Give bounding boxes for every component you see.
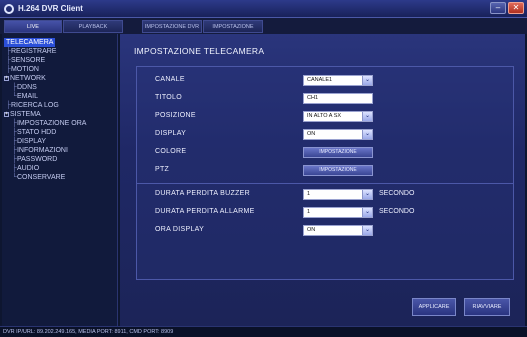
posizione-select[interactable]: IN ALTO A SX ⌄ [303, 111, 373, 122]
apply-button[interactable]: APPLICARE [412, 298, 456, 316]
sidebar-item-email[interactable]: └EMAIL [12, 92, 38, 101]
chevron-down-icon[interactable]: ⌄ [362, 208, 372, 217]
page-title: IMPOSTAZIONE TELECAMERA [134, 46, 265, 56]
main-tab-bar: LIVE PLAYBACK IMPOSTAZIONE DVR IMPOSTAZI… [0, 18, 527, 43]
allarme-label: DURATA PERDITA ALLARME [155, 208, 255, 215]
expand-sistema-icon[interactable]: + [4, 112, 9, 117]
settings-panel: CANALE CANALE1 ⌄ TITOLO CH1 POSIZIONE IN… [136, 66, 514, 280]
ora-display-select[interactable]: ON ⌄ [303, 225, 373, 236]
sidebar-item-telecamera[interactable]: TELECAMERA [4, 38, 56, 47]
colore-label: COLORE [155, 148, 187, 155]
buzzer-unit: SECONDO [379, 190, 415, 197]
sidebar-item-registrare[interactable]: ├REGISTRARE [6, 47, 56, 56]
sidebar-item-sensore[interactable]: ├SENSORE [6, 56, 45, 65]
posizione-label: POSIZIONE [155, 112, 196, 119]
minimize-button[interactable]: – [490, 2, 506, 14]
app-logo-icon [4, 4, 14, 14]
ora-display-value: ON [307, 227, 316, 233]
chevron-down-icon[interactable]: ⌄ [362, 226, 372, 235]
titolo-input[interactable]: CH1 [303, 93, 373, 104]
sidebar-item-network[interactable]: + NETWORK [4, 74, 46, 83]
sidebar-item-ddns[interactable]: ├DDNS [12, 83, 37, 92]
buzzer-value: 1 [307, 191, 311, 197]
chevron-down-icon[interactable]: ⌄ [362, 130, 372, 139]
ptz-label: PTZ [155, 166, 170, 173]
tab-impostazione-dvr[interactable]: IMPOSTAZIONE DVR [142, 20, 202, 33]
buzzer-label: DURATA PERDITA BUZZER [155, 190, 250, 197]
app-title: H.264 DVR Client [18, 4, 83, 13]
sidebar-item-display[interactable]: ├DISPLAY [12, 137, 46, 146]
chevron-down-icon[interactable]: ⌄ [362, 112, 372, 121]
allarme-select[interactable]: 1 ⌄ [303, 207, 373, 218]
expand-network-icon[interactable]: + [4, 76, 9, 81]
status-bar: DVR IP/URL: 89.202.249.165, MEDIA PORT: … [0, 326, 527, 337]
panel-divider [137, 183, 513, 184]
display-select[interactable]: ON ⌄ [303, 129, 373, 140]
chevron-down-icon[interactable]: ⌄ [362, 190, 372, 199]
canale-value: CANALE1 [307, 77, 333, 83]
sidebar-item-password[interactable]: ├PASSWORD [12, 155, 57, 164]
allarme-value: 1 [307, 209, 311, 215]
sidebar-item-conservare[interactable]: └CONSERVARE [12, 173, 65, 182]
sidebar-item-stato-hdd[interactable]: ├STATO HDD [12, 128, 56, 137]
title-bar: H.264 DVR Client – ✕ [0, 0, 527, 18]
titolo-label: TITOLO [155, 94, 182, 101]
colore-settings-button[interactable]: IMPOSTAZIONE [303, 147, 373, 158]
display-label: DISPLAY [155, 130, 187, 137]
canale-label: CANALE [155, 76, 185, 83]
sidebar-item-audio[interactable]: ├AUDIO [12, 164, 39, 173]
sidebar-item-sistema[interactable]: + SISTEMA [4, 110, 41, 119]
restore-button[interactable]: RIAVVIARE [464, 298, 510, 316]
close-button[interactable]: ✕ [508, 2, 524, 14]
sidebar-item-motion[interactable]: ├MOTION [6, 65, 39, 74]
settings-sidebar: TELECAMERA ├REGISTRARE ├SENSORE ├MOTION … [2, 34, 118, 326]
sidebar-item-impostazione-ora[interactable]: ├IMPOSTAZIONE ORA [12, 119, 86, 128]
tab-playback[interactable]: PLAYBACK [63, 20, 123, 33]
ora-display-label: ORA DISPLAY [155, 226, 205, 233]
tab-impostazione-ragne[interactable]: IMPOSTAZIONE RAGNE [203, 20, 263, 43]
canale-select[interactable]: CANALE1 ⌄ [303, 75, 373, 86]
tab-live[interactable]: LIVE [4, 20, 62, 33]
buzzer-select[interactable]: 1 ⌄ [303, 189, 373, 200]
posizione-value: IN ALTO A SX [307, 113, 342, 119]
display-value: ON [307, 131, 316, 137]
sidebar-item-ricerca-log[interactable]: ├RICERCA LOG [6, 101, 59, 110]
ptz-settings-button[interactable]: IMPOSTAZIONE [303, 165, 373, 176]
sidebar-item-informazioni[interactable]: ├INFORMAZIONI [12, 146, 68, 155]
camera-settings-pane: IMPOSTAZIONE TELECAMERA CANALE CANALE1 ⌄… [120, 34, 525, 326]
chevron-down-icon[interactable]: ⌄ [362, 76, 372, 85]
allarme-unit: SECONDO [379, 208, 415, 215]
